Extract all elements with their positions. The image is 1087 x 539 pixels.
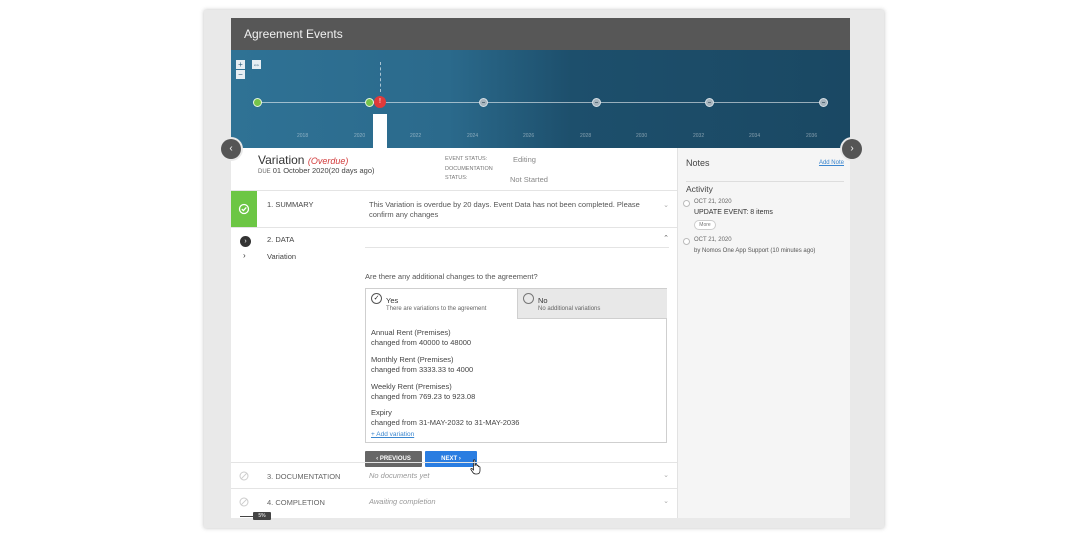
timeline-event[interactable] [705,98,714,107]
option-yes[interactable]: ✓ Yes There are variations to the agreem… [366,289,517,319]
summary-line: This Variation is overdue by 20 days. Ev… [369,200,640,209]
due-label: DUE [258,169,271,175]
step-description: No documents yet [369,471,430,480]
panel-title: Agreement Events [231,18,850,50]
activity-date: OCT 21, 2020 [694,237,732,243]
unchecked-radio-icon [523,293,534,304]
documentation-label-2: STATUS: [445,175,468,181]
summary-line: confirm any changes [369,210,439,219]
change-title: Weekly Rent (Premises) [371,382,452,391]
option-yes-subtitle: There are variations to the agreement [386,306,487,312]
option-no-title: No [538,296,548,305]
step-completion[interactable]: 4. COMPLETION Awaiting completion ⌄ [231,488,677,515]
due-text: 01 October 2020(20 days ago) [272,166,375,175]
step-description: Awaiting completion [369,497,436,506]
timeline-year: 2032 [693,133,705,139]
progress-badge: 5% [253,512,271,520]
overdue-label: (Overdue) [307,156,349,166]
timeline-year: 2022 [410,133,422,139]
timeline-event-complete[interactable] [365,98,374,107]
step-documentation[interactable]: 3. DOCUMENTATION No documents yet ⌄ [231,462,677,488]
event-type: Variation [258,153,305,167]
add-note-link[interactable]: Add Note [819,160,844,166]
change-title: Annual Rent (Premises) [371,328,451,337]
step-label[interactable]: 2. DATA [267,235,294,244]
add-variation-link[interactable]: + Add variation [371,431,414,438]
change-detail: changed from 3333.33 to 4000 [371,365,474,374]
sub-step-label[interactable]: Variation [267,252,296,261]
change-item: Expiry changed from 31-MAY-2032 to 31-MA… [371,408,519,428]
change-item: Weekly Rent (Premises) changed from 769.… [371,382,475,402]
change-item: Monthly Rent (Premises) changed from 333… [371,355,473,375]
sub-step-arrow-icon: › [243,251,246,260]
step-summary[interactable]: 1. SUMMARY This Variation is overdue by … [231,190,677,227]
timeline-year: 2018 [297,133,309,139]
step-current-icon: › [240,236,251,247]
event-title: Variation (Overdue) [258,153,348,167]
event-status-value: Editing [513,155,536,164]
timeline-event-complete[interactable] [253,98,262,107]
due-date: DUE 01 October 2020(20 days ago) [258,166,375,175]
chevron-up-icon[interactable]: ⌃ [663,234,669,242]
change-detail: changed from 769.23 to 923.08 [371,392,476,401]
documentation-status-value: Not Started [510,175,548,184]
more-button[interactable]: More [694,220,716,230]
today-marker [380,62,382,92]
timeline-event[interactable] [592,98,601,107]
chevron-down-icon[interactable]: ⌄ [663,471,669,479]
variation-question: Are there any additional changes to the … [365,272,538,281]
activity-title: Activity [686,184,713,194]
timeline-year: 2030 [636,133,648,139]
step-label: 4. COMPLETION [267,498,325,507]
overdue-event-marker[interactable]: ! [374,96,386,108]
timeline-year: 2020 [354,133,366,139]
change-title: Expiry [371,408,392,417]
timeline-year: 2026 [523,133,535,139]
change-title: Monthly Rent (Premises) [371,355,454,364]
timeline-event[interactable] [479,98,488,107]
current-event-pointer [373,114,387,148]
activity-bullet-icon [683,238,690,245]
timeline-year: 2024 [467,133,479,139]
variation-box: ✓ Yes There are variations to the agreem… [365,288,667,443]
timeline[interactable]: + − ⇔ ! 2018 2020 2022 2024 2026 2028 20… [231,50,850,148]
notes-panel: Notes Add Note Activity OCT 21, 2020 UPD… [677,148,850,518]
step-label: 3. DOCUMENTATION [267,472,341,481]
step-complete-icon [231,191,257,227]
fit-timeline-button[interactable]: ⇔ [252,60,261,69]
step-disabled-icon [231,463,257,488]
divider [686,181,844,182]
change-detail: changed from 40000 to 48000 [371,338,472,347]
activity-author: by Nomos One App Support (10 minutes ago… [694,248,816,254]
zoom-in-button[interactable]: + [236,60,245,69]
step-label: 1. SUMMARY [267,200,314,209]
timeline-event[interactable] [819,98,828,107]
option-yes-title: Yes [386,296,399,305]
activity-bullet-icon [683,200,690,207]
chevron-down-icon[interactable]: ⌄ [663,201,669,209]
change-item: Annual Rent (Premises) changed from 4000… [371,328,471,348]
divider [365,247,669,248]
activity-date: OCT 21, 2020 [694,199,732,205]
timeline-prev-button[interactable]: ‹ [221,139,241,159]
notes-title: Notes [686,158,710,168]
timeline-next-button[interactable]: › [842,139,862,159]
zoom-out-button[interactable]: − [236,70,245,79]
agreement-events-panel: Agreement Events + − ⇔ ! 2018 2020 2022 … [231,18,850,518]
activity-text: UPDATE EVENT: 8 items [694,209,773,216]
timeline-year: 2034 [749,133,761,139]
chevron-down-icon[interactable]: ⌄ [663,497,669,505]
timeline-year: 2028 [580,133,592,139]
option-no[interactable]: No No additional variations [517,289,667,319]
documentation-label: DOCUMENTATION [445,166,493,172]
event-detail: Variation (Overdue) DUE 01 October 2020(… [231,148,677,518]
option-no-subtitle: No additional variations [538,306,601,312]
change-detail: changed from 31-MAY-2032 to 31-MAY-2036 [371,418,520,427]
checked-icon: ✓ [371,293,382,304]
timeline-year: 2036 [806,133,818,139]
event-status-label: EVENT STATUS: [445,156,488,162]
timeline-axis [257,102,825,103]
step-description: This Variation is overdue by 20 days. Ev… [369,200,640,220]
